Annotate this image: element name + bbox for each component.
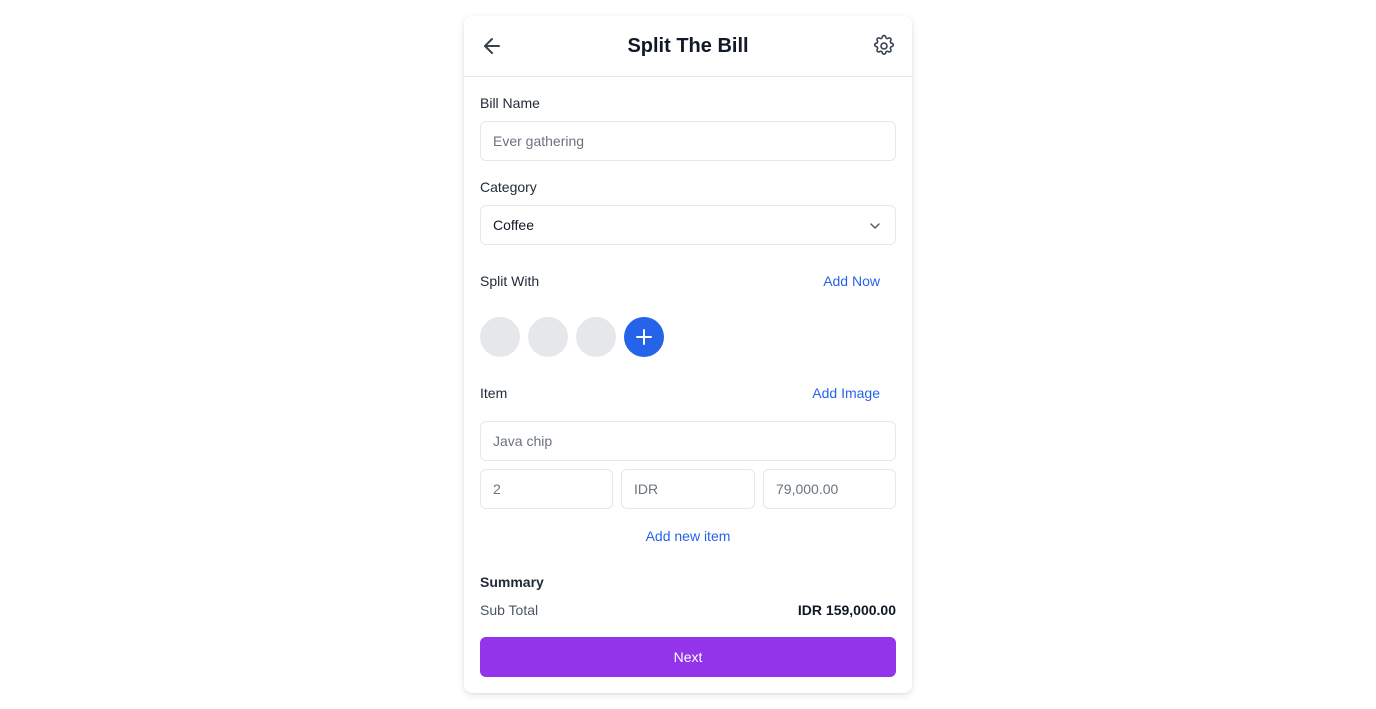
category-selected-value: Coffee <box>493 217 534 233</box>
plus-icon <box>636 329 652 345</box>
chevron-down-icon <box>870 223 880 229</box>
item-currency-input[interactable] <box>621 469 755 509</box>
summary-heading: Summary <box>480 574 544 590</box>
add-image-link[interactable]: Add Image <box>812 384 880 402</box>
item-name-input[interactable] <box>480 421 896 461</box>
add-person-button[interactable] <box>624 317 664 357</box>
item-price-input[interactable] <box>763 469 896 509</box>
avatar[interactable] <box>480 317 520 357</box>
bill-card: Split The Bill Bill Name Category Coffee… <box>464 16 912 693</box>
subtotal-label: Sub Total <box>480 602 539 618</box>
item-quantity-input[interactable] <box>480 469 613 509</box>
category-label: Category <box>480 179 537 195</box>
add-now-link[interactable]: Add Now <box>823 272 880 290</box>
avatar[interactable] <box>576 317 616 357</box>
item-label: Item <box>480 385 508 401</box>
settings-button[interactable] <box>872 34 896 58</box>
header: Split The Bill <box>464 16 912 77</box>
avatar[interactable] <box>528 317 568 357</box>
bill-name-input[interactable] <box>480 121 896 161</box>
gear-icon <box>873 34 895 55</box>
split-with-label: Split With <box>480 273 540 289</box>
subtotal-value: IDR 159,000.00 <box>797 602 896 618</box>
add-new-item-link[interactable]: Add new item <box>464 528 912 544</box>
next-button[interactable]: Next <box>480 637 896 677</box>
bill-name-label: Bill Name <box>480 95 540 111</box>
category-select[interactable]: Coffee <box>480 205 896 245</box>
page-title: Split The Bill <box>627 35 749 57</box>
